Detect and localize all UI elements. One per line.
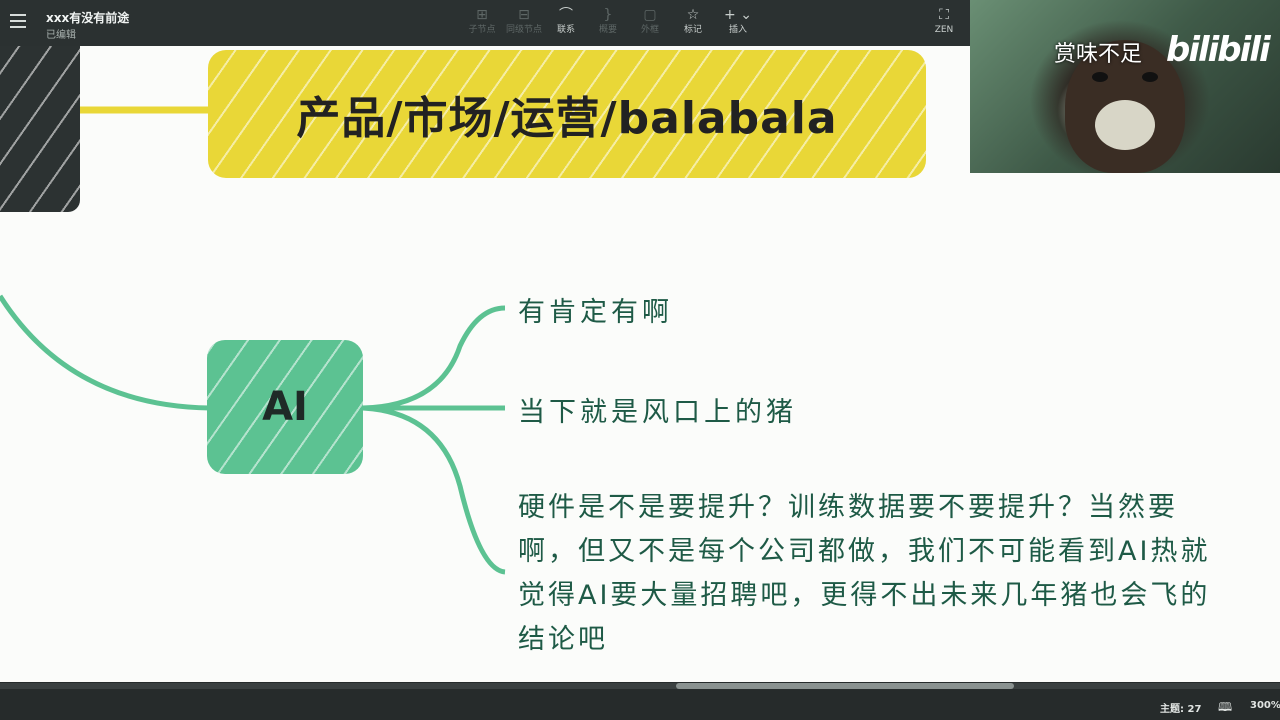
- child-topic-icon: ⊞: [476, 7, 488, 23]
- zoom-level[interactable]: 300%: [1250, 700, 1280, 711]
- subtopic-3-line: 硬件是不是要提升？训练数据要不要提升？当然要: [518, 492, 1178, 523]
- summary-icon: }: [603, 7, 613, 23]
- video-caption: 赏味不足: [1054, 42, 1143, 67]
- subtopic-3-line: 啊，但又不是每个公司都做，我们不可能看到AI热就: [518, 536, 1211, 567]
- insert-button[interactable]: + ⌄ 插入: [718, 6, 758, 36]
- muzzle: [1095, 100, 1155, 150]
- parent-topic-node[interactable]: [0, 46, 80, 212]
- left-eye: [1092, 72, 1108, 82]
- subtopic-3-line: 觉得AI要大量招聘吧，更得不出未来几年猪也会飞的: [518, 580, 1211, 611]
- right-eye: [1142, 72, 1158, 82]
- plus-icon: + ⌄: [724, 7, 752, 23]
- hamburger-menu-icon[interactable]: [10, 14, 26, 28]
- webcam-video-overlay: 赏味不足 bilibili: [970, 0, 1280, 173]
- sibling-topic-icon: ⊟: [518, 7, 530, 23]
- fullscreen-icon: ⛶: [939, 7, 949, 23]
- summary-button[interactable]: } 概要: [588, 6, 628, 36]
- topic-node-ai[interactable]: AI: [207, 340, 363, 474]
- child-topic-button[interactable]: ⊞ 子节点: [462, 6, 502, 36]
- outline-book-icon[interactable]: 🕮: [1218, 698, 1232, 719]
- horizontal-scrollbar[interactable]: [0, 683, 1280, 689]
- ai-node-connector: [0, 294, 211, 411]
- sibling-topic-button[interactable]: ⊟ 同级节点: [504, 6, 544, 36]
- subtopic-2[interactable]: 当下就是风口上的猪: [518, 390, 797, 429]
- topic-node-label: 产品/市场/运营/balabala: [296, 93, 838, 144]
- scrollbar-thumb[interactable]: [676, 683, 1014, 689]
- document-title[interactable]: xxx有没有前途: [46, 9, 129, 26]
- branch-line-1: [362, 305, 506, 411]
- zen-mode-button[interactable]: ⛶ ZEN: [924, 6, 964, 36]
- star-icon: ☆: [686, 7, 700, 23]
- boundary-button[interactable]: ▢ 外框: [630, 6, 670, 36]
- marker-button[interactable]: ☆ 标记: [673, 6, 713, 36]
- subtopic-3[interactable]: 硬件是不是要提升？训练数据要不要提升？当然要 啊，但又不是每个公司都做，我们不可…: [518, 486, 1280, 662]
- bilibili-logo: bilibili: [1166, 30, 1271, 70]
- topic-node-product-market[interactable]: 产品/市场/运营/balabala: [208, 50, 926, 178]
- topic-count: 主题: 27: [1160, 704, 1202, 715]
- branch-line-3: [362, 405, 506, 575]
- document-status: 已编辑: [46, 30, 76, 41]
- boundary-icon: ▢: [643, 7, 657, 23]
- subtopic-3-line: 结论吧: [518, 624, 608, 655]
- relationship-icon: ⌒: [559, 7, 573, 23]
- topic-node-label: AI: [262, 384, 308, 430]
- subtopic-1[interactable]: 有肯定有啊: [518, 290, 673, 329]
- relationship-button[interactable]: ⌒ 联系: [546, 6, 586, 36]
